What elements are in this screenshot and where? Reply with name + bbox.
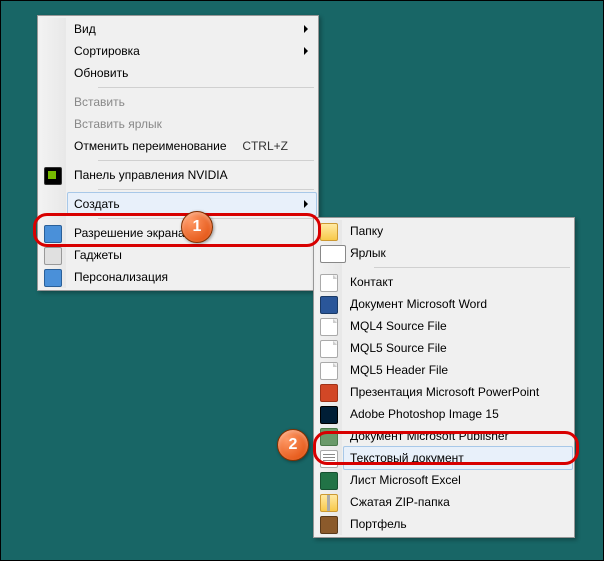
label: Ярлык xyxy=(350,246,386,260)
submenu-item-mql5src[interactable]: MQL5 Source File xyxy=(344,337,572,359)
callout-badge-2: 2 xyxy=(277,429,309,461)
menu-item-paste-shortcut: Вставить ярлык xyxy=(68,113,316,135)
label: Текстовый документ xyxy=(350,451,464,465)
submenu-item-mql5hdr[interactable]: MQL5 Header File xyxy=(344,359,572,381)
submenu-item-publisher[interactable]: Документ Microsoft Publisher xyxy=(344,425,572,447)
create-submenu: Папку Ярлык Контакт Документ Microsoft W… xyxy=(313,217,575,538)
label: Вставить xyxy=(74,95,125,109)
label: Отменить переименование xyxy=(74,139,227,153)
submenu-item-folder[interactable]: Папку xyxy=(344,220,572,242)
label: Гаджеты xyxy=(74,248,122,262)
label: Документ Microsoft Word xyxy=(350,297,487,311)
label: Лист Microsoft Excel xyxy=(350,473,461,487)
label: Adobe Photoshop Image 15 xyxy=(350,407,499,421)
briefcase-icon xyxy=(320,516,338,534)
label: Документ Microsoft Publisher xyxy=(350,429,509,443)
label: Сортировка xyxy=(74,44,140,58)
menu-item-paste: Вставить xyxy=(68,91,316,113)
submenu-arrow-icon xyxy=(304,200,308,208)
word-icon xyxy=(320,296,338,314)
excel-icon xyxy=(320,472,338,490)
separator xyxy=(98,189,314,190)
submenu-arrow-icon xyxy=(304,25,308,33)
submenu-item-shortcut[interactable]: Ярлык xyxy=(344,242,572,264)
separator xyxy=(98,160,314,161)
menu-item-sort[interactable]: Сортировка xyxy=(68,40,316,62)
shortcut-icon xyxy=(320,245,346,263)
label: Разрешение экрана xyxy=(74,226,185,240)
submenu-item-excel[interactable]: Лист Microsoft Excel xyxy=(344,469,572,491)
submenu-item-mql4src[interactable]: MQL4 Source File xyxy=(344,315,572,337)
label: Сжатая ZIP-папка xyxy=(350,495,450,509)
label: MQL5 Header File xyxy=(350,363,448,377)
label: Создать xyxy=(74,197,120,211)
label: MQL4 Source File xyxy=(350,319,447,333)
label: Панель управления NVIDIA xyxy=(74,168,228,182)
callout-badge-1: 1 xyxy=(181,211,213,243)
text-file-icon xyxy=(320,450,338,468)
submenu-item-photoshop[interactable]: Adobe Photoshop Image 15 xyxy=(344,403,572,425)
submenu-item-word[interactable]: Документ Microsoft Word xyxy=(344,293,572,315)
context-menu: Вид Сортировка Обновить Вставить Вставит… xyxy=(37,15,319,291)
zip-icon xyxy=(320,494,338,512)
gadget-icon xyxy=(44,247,62,265)
powerpoint-icon xyxy=(320,384,338,402)
menu-item-nvidia[interactable]: Панель управления NVIDIA xyxy=(68,164,316,186)
personalize-icon xyxy=(44,269,62,287)
menu-item-personalize[interactable]: Персонализация xyxy=(68,266,316,288)
label: Персонализация xyxy=(74,270,168,284)
separator xyxy=(374,267,570,268)
submenu-item-contact[interactable]: Контакт xyxy=(344,271,572,293)
publisher-icon xyxy=(320,428,338,446)
submenu-item-ppt[interactable]: Презентация Microsoft PowerPoint xyxy=(344,381,572,403)
file-icon xyxy=(320,362,338,380)
label: Портфель xyxy=(350,517,407,531)
menu-item-gadgets[interactable]: Гаджеты xyxy=(68,244,316,266)
shortcut-text: CTRL+Z xyxy=(242,139,296,153)
label: Вид xyxy=(74,22,96,36)
screen-icon xyxy=(44,225,62,243)
menu-item-undo-rename[interactable]: Отменить переименование CTRL+Z xyxy=(68,135,316,157)
submenu-arrow-icon xyxy=(304,47,308,55)
contact-icon xyxy=(320,274,338,292)
label: Контакт xyxy=(350,275,393,289)
submenu-item-text-document[interactable]: Текстовый документ xyxy=(343,446,573,470)
menu-item-view[interactable]: Вид xyxy=(68,18,316,40)
label: Обновить xyxy=(74,66,128,80)
label: Папку xyxy=(350,224,383,238)
file-icon xyxy=(320,340,338,358)
nvidia-icon xyxy=(44,167,62,185)
separator xyxy=(98,87,314,88)
submenu-item-briefcase[interactable]: Портфель xyxy=(344,513,572,535)
label: Вставить ярлык xyxy=(74,117,162,131)
file-icon xyxy=(320,318,338,336)
menu-item-refresh[interactable]: Обновить xyxy=(68,62,316,84)
label: MQL5 Source File xyxy=(350,341,447,355)
folder-icon xyxy=(320,223,338,241)
submenu-item-zip[interactable]: Сжатая ZIP-папка xyxy=(344,491,572,513)
label: Презентация Microsoft PowerPoint xyxy=(350,385,539,399)
photoshop-icon xyxy=(320,406,338,424)
